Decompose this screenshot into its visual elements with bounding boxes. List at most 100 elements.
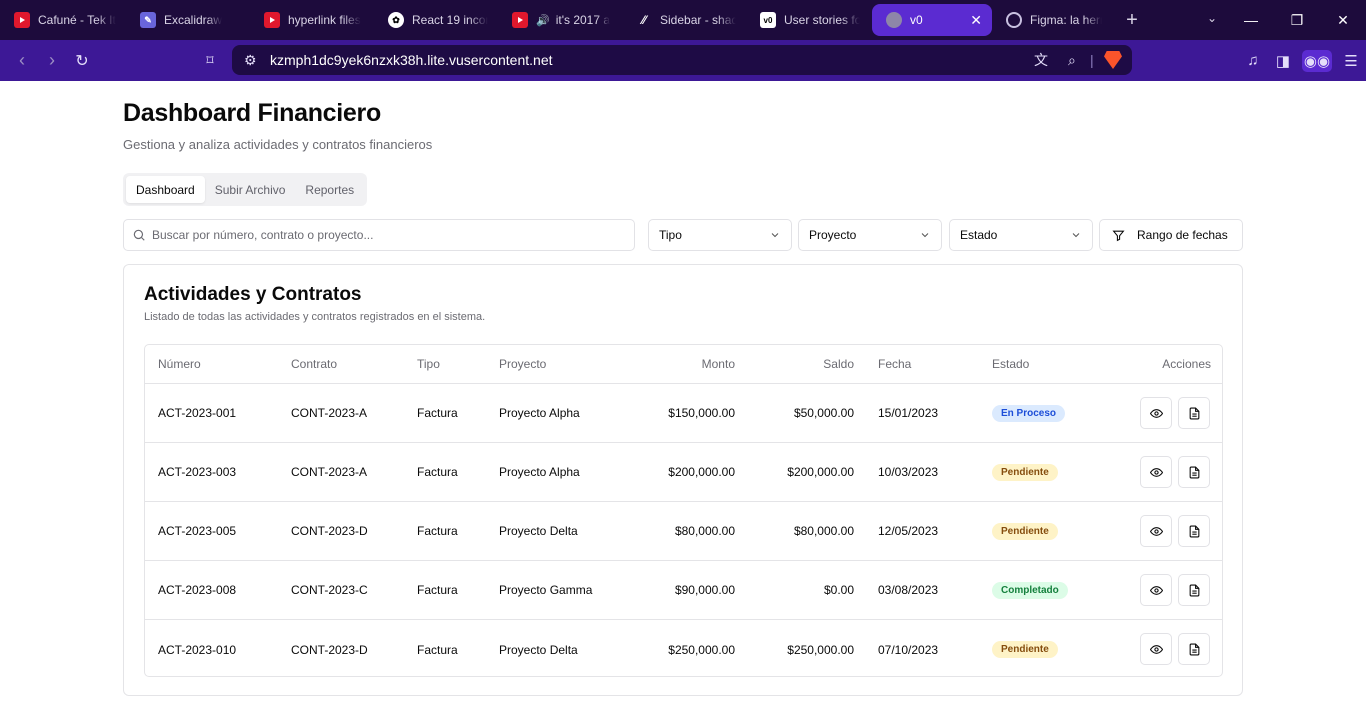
cell-saldo: $250,000.00 (787, 642, 854, 657)
url-bar[interactable]: ⚙ kzmph1dc9yek6nzxk38h.lite.vusercontent… (232, 45, 1132, 75)
cell-proyecto: Proyecto Alpha (499, 406, 580, 420)
minimize-icon[interactable]: — (1228, 0, 1274, 40)
forward-icon[interactable]: › (37, 50, 67, 71)
cell-numero: ACT-2023-008 (158, 583, 237, 597)
column-header: Saldo (823, 357, 854, 371)
cell-contrato: CONT-2023-A (291, 465, 368, 479)
new-tab-button[interactable]: + (1112, 9, 1152, 32)
view-button[interactable] (1140, 515, 1172, 547)
search-input[interactable] (152, 228, 612, 242)
document-button[interactable] (1178, 633, 1210, 665)
cell-monto: $80,000.00 (674, 524, 735, 538)
file-text-icon (1189, 584, 1199, 596)
brave-shield-icon[interactable] (1104, 51, 1122, 69)
zoom-icon[interactable]: ⌕ (1068, 52, 1076, 69)
tab-search-chevron-icon[interactable]: ⌄ (1192, 11, 1232, 25)
proyecto-select[interactable]: Proyecto (798, 219, 942, 251)
view-button[interactable] (1140, 633, 1172, 665)
table-header-row: Número Contrato Tipo Proyecto Monto Sald… (145, 345, 1222, 384)
youtube-icon (14, 12, 30, 28)
browser-tab-active[interactable]: v0 ✕ (872, 4, 992, 36)
cell-fecha: 07/10/2023 (878, 642, 939, 657)
reader-glasses-icon[interactable]: ◉◉ (1302, 49, 1332, 72)
globe-icon (886, 12, 902, 28)
browser-tab[interactable]: ✎ Excalidraw (126, 4, 250, 36)
sidebar-toggle-icon[interactable]: ◨ (1268, 52, 1298, 70)
page-subtitle: Gestiona y analiza actividades y contrat… (123, 137, 433, 152)
toolbar-right: ♫ ◨ ◉◉ ☰ (1238, 40, 1366, 81)
activities-table: Número Contrato Tipo Proyecto Monto Sald… (144, 344, 1223, 677)
cell-tipo: Factura (417, 583, 458, 597)
card-title: Actividades y Contratos (144, 284, 362, 305)
site-info-icon[interactable]: ⚙ (244, 52, 257, 69)
browser-tab[interactable]: ⁄⁄ Sidebar - shad (622, 4, 746, 36)
close-tab-icon[interactable]: ✕ (962, 12, 982, 29)
youtube-icon (512, 12, 528, 28)
estado-select[interactable]: Estado (949, 219, 1093, 251)
view-button[interactable] (1140, 456, 1172, 488)
cell-proyecto: Proyecto Delta (499, 642, 578, 657)
tipo-select-label: Tipo (659, 228, 682, 242)
cell-monto: $150,000.00 (668, 406, 735, 420)
browser-tab[interactable]: Figma: la herra (992, 4, 1112, 36)
document-button[interactable] (1178, 515, 1210, 547)
column-header: Proyecto (499, 357, 547, 371)
eye-icon (1149, 526, 1163, 536)
cell-contrato: CONT-2023-D (291, 524, 368, 538)
table-row: ACT-2023-008 CONT-2023-C Factura Proyect… (145, 561, 1222, 620)
browser-tab[interactable]: ✿ React 19 incom (374, 4, 498, 36)
eye-icon (1149, 467, 1163, 477)
menu-icon[interactable]: ☰ (1336, 52, 1366, 70)
filter-icon (1112, 230, 1125, 241)
file-text-icon (1189, 643, 1199, 655)
music-icon[interactable]: ♫ (1238, 52, 1268, 69)
close-window-icon[interactable]: ✕ (1320, 0, 1366, 40)
browser-tab[interactable]: 🔊 it's 2017 a (498, 4, 622, 36)
column-header: Fecha (878, 357, 912, 371)
browser-toolbar: ‹ › ↻ ⌑ ⚙ kzmph1dc9yek6nzxk38h.lite.vuse… (0, 40, 1366, 81)
tab-reportes[interactable]: Reportes (295, 176, 364, 203)
column-header: Acciones (1162, 357, 1211, 371)
eye-icon (1149, 585, 1163, 595)
column-header: Tipo (417, 357, 440, 371)
cell-numero: ACT-2023-005 (158, 524, 237, 538)
table-row: ACT-2023-003 CONT-2023-A Factura Proyect… (145, 443, 1222, 502)
tab-subir-archivo[interactable]: Subir Archivo (205, 176, 296, 203)
tab-title: Excalidraw (164, 13, 223, 27)
divider: | (1090, 52, 1094, 68)
tab-title: v0 (910, 13, 923, 27)
document-button[interactable] (1178, 456, 1210, 488)
cell-fecha: 03/08/2023 (878, 583, 939, 597)
cell-contrato: CONT-2023-D (291, 642, 368, 657)
document-button[interactable] (1178, 397, 1210, 429)
url-text[interactable]: kzmph1dc9yek6nzxk38h.lite.vusercontent.n… (270, 52, 553, 68)
table-row: ACT-2023-005 CONT-2023-D Factura Proyect… (145, 502, 1222, 561)
cell-monto: $90,000.00 (674, 583, 735, 597)
bookmark-icon[interactable]: ⌑ (195, 52, 225, 69)
cell-monto: $200,000.00 (668, 465, 735, 479)
restore-icon[interactable]: ❐ (1274, 0, 1320, 40)
tab-list: Dashboard Subir Archivo Reportes (123, 173, 368, 206)
browser-tab[interactable]: Cafuné - Tek It (0, 4, 126, 36)
tipo-select[interactable]: Tipo (648, 219, 792, 251)
shadcn-icon: ⁄⁄ (641, 13, 646, 27)
date-range-button[interactable]: Rango de fechas (1099, 219, 1243, 251)
browser-tab[interactable]: hyperlink files (250, 4, 374, 36)
translate-icon[interactable]: 文 (1034, 50, 1048, 70)
reload-icon[interactable]: ↻ (67, 51, 97, 71)
status-badge: Pendiente (992, 463, 1058, 481)
page-title: Dashboard Financiero (123, 99, 381, 127)
tab-dashboard[interactable]: Dashboard (126, 176, 205, 203)
figma-icon (1006, 12, 1022, 28)
cell-saldo: $50,000.00 (793, 406, 854, 420)
back-icon[interactable]: ‹ (7, 50, 37, 71)
document-button[interactable] (1178, 574, 1210, 606)
search-field[interactable] (123, 219, 635, 251)
view-button[interactable] (1140, 397, 1172, 429)
browser-tab[interactable]: v0 User stories fo (746, 4, 870, 36)
estado-select-label: Estado (960, 228, 998, 242)
status-badge: Pendiente (992, 641, 1058, 658)
cell-monto: $250,000.00 (668, 642, 735, 657)
audio-playing-icon[interactable]: 🔊 (536, 14, 550, 27)
view-button[interactable] (1140, 574, 1172, 606)
